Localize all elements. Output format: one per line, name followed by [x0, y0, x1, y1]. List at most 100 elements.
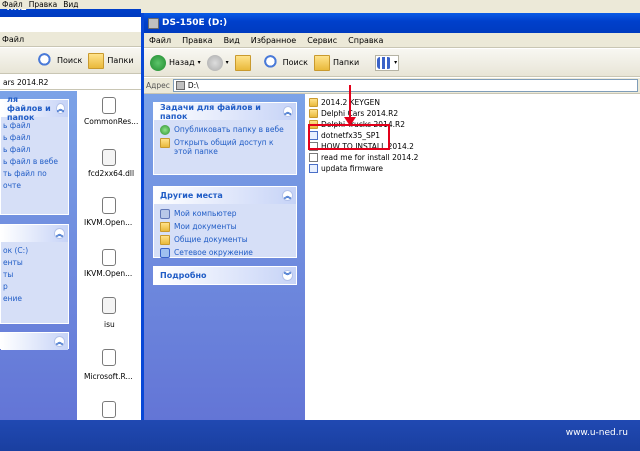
views-button[interactable]: ▾	[375, 54, 400, 71]
my-documents-link[interactable]: Мои документы	[160, 222, 290, 232]
folders-button[interactable]: Папки	[313, 54, 359, 71]
back-file-name[interactable]: isu	[104, 320, 115, 329]
chevron-down-icon[interactable]: ▾	[226, 59, 229, 66]
back-place-link[interactable]: р	[3, 282, 66, 291]
back-taskpane: ля файлов и папок ︽ ь файл ь файл ь файл …	[0, 91, 77, 420]
menu-tools[interactable]: Сервис	[307, 36, 337, 45]
my-computer-link[interactable]: Мой компьютер	[160, 209, 290, 219]
back-file-name[interactable]: IKVM.Open...	[84, 218, 132, 227]
folders-icon	[313, 54, 330, 71]
address-input[interactable]: D:\	[172, 79, 638, 92]
back-menu-view[interactable]: Вид	[63, 0, 78, 9]
back-file-list: CommonRes... fcd2xx64.dll IKVM.Open... I…	[80, 91, 141, 420]
tasks-header[interactable]: Задачи для файлов и папок ︽	[154, 102, 296, 121]
chevron-down-icon[interactable]: ▾	[198, 59, 201, 66]
back-places-header[interactable]: ︽	[1, 225, 68, 242]
forward-arrow-icon	[206, 54, 223, 71]
search-button[interactable]: Поиск	[263, 54, 308, 71]
back-menu-edit[interactable]: Правка	[29, 0, 58, 9]
tasks-title: Задачи для файлов и папок	[160, 102, 261, 121]
back-file-name[interactable]: Microsoft.R...	[84, 372, 133, 381]
file-name: updata firmware	[321, 164, 384, 173]
back-menubar-top: Файл Правка Вид	[0, 0, 141, 9]
menu-edit[interactable]: Правка	[182, 36, 212, 45]
file-icon[interactable]	[102, 97, 118, 115]
network-places-link[interactable]: Сетевое окружение	[160, 248, 290, 258]
back-menu-file[interactable]: Файл	[2, 0, 23, 9]
task-pane: Задачи для файлов и папок ︽ Опубликовать…	[144, 94, 305, 420]
up-folder-button[interactable]	[234, 54, 254, 71]
expand-icon[interactable]: ︾	[282, 270, 293, 281]
menu-view[interactable]: Вид	[224, 36, 240, 45]
back-details-header[interactable]: ︽	[1, 333, 68, 350]
back-search-button[interactable]: Поиск	[38, 52, 83, 69]
collapse-icon[interactable]: ︽	[282, 106, 293, 117]
back-address[interactable]: ars 2014.R2	[0, 76, 141, 90]
back-tasks-header[interactable]: ля файлов и папок ︽	[1, 95, 68, 122]
back-menu-1[interactable]: Файл	[2, 35, 24, 44]
file-icon[interactable]	[102, 401, 118, 419]
window-titlebar[interactable]: DS-150E (D:)	[144, 13, 640, 33]
dll-icon[interactable]	[102, 149, 118, 167]
menu-help[interactable]: Справка	[348, 36, 383, 45]
file-item[interactable]: read me for install 2014.2	[309, 152, 509, 163]
collapse-icon[interactable]: ︽	[282, 190, 293, 201]
forward-button[interactable]: ▾	[206, 54, 229, 71]
file-icon[interactable]	[102, 349, 118, 367]
back-place-link[interactable]: ок (C:)	[3, 246, 66, 255]
back-task-link[interactable]: ь файл	[3, 145, 66, 154]
window-title: DS-150E (D:)	[162, 18, 228, 28]
address-label: Адрес	[146, 81, 170, 90]
file-icon[interactable]	[102, 197, 118, 215]
back-menubar: Файл	[0, 32, 141, 47]
file-item[interactable]: updata firmware	[309, 163, 509, 174]
back-button[interactable]: Назад ▾	[150, 54, 201, 71]
places-header[interactable]: Другие места ︽	[154, 187, 296, 204]
address-value: D:\	[187, 81, 199, 90]
arrow-annotation	[349, 85, 351, 121]
shared-documents-link[interactable]: Общие документы	[160, 235, 290, 245]
share-folder-icon	[160, 138, 170, 148]
collapse-icon[interactable]: ︽	[56, 103, 65, 114]
back-place-link[interactable]: ты	[3, 270, 66, 279]
menu-favorites[interactable]: Избранное	[251, 36, 296, 45]
publish-web-link[interactable]: Опубликовать папку в вебе	[160, 125, 290, 135]
application-icon	[309, 164, 318, 173]
back-file-name[interactable]: IKVM.Open...	[84, 269, 132, 278]
back-search-label: Поиск	[57, 56, 83, 65]
back-file-name[interactable]: fcd2xx64.dll	[88, 169, 134, 178]
back-file-name[interactable]: CommonRes...	[84, 117, 138, 126]
back-place-link[interactable]: енты	[3, 258, 66, 267]
back-task-link[interactable]: ть файл по	[3, 169, 66, 178]
back-task-link[interactable]: ь файл	[3, 133, 66, 142]
explorer-window: DS-150E (D:) Файл Правка Вид Избранное С…	[141, 13, 640, 420]
up-folder-icon	[234, 54, 251, 71]
share-folder-link[interactable]: Открыть общий доступ к этой папке	[160, 138, 290, 156]
collapse-icon[interactable]: ︽	[54, 228, 65, 239]
back-place-link[interactable]: ение	[3, 294, 66, 303]
back-window: 4.R2 Файл Файл Правка Вид Поиск Папки ar…	[0, 0, 141, 420]
back-task-link[interactable]: ь файл в вебе	[3, 157, 66, 166]
toolbar: Назад ▾ ▾ Поиск Папки ▾	[144, 49, 640, 77]
file-icon[interactable]	[102, 297, 118, 315]
back-task-link[interactable]: ь файл	[3, 121, 66, 130]
globe-icon	[160, 125, 170, 135]
back-arrow-icon	[150, 54, 166, 71]
file-item[interactable]: Delphi Cars 2014.R2	[309, 108, 509, 119]
file-item[interactable]: 2014.2 KEYGEN	[309, 97, 509, 108]
search-icon	[38, 52, 54, 69]
search-label: Поиск	[282, 58, 308, 67]
back-task-link[interactable]: очте	[3, 181, 66, 190]
share-folder-label: Открыть общий доступ к этой папке	[174, 138, 274, 156]
back-tasks-title: ля файлов и папок	[7, 95, 51, 122]
back-folders-label: Папки	[107, 56, 134, 65]
menu-file[interactable]: Файл	[149, 36, 171, 45]
shared-folder-icon	[160, 235, 170, 245]
details-header[interactable]: Подробно ︾	[154, 267, 296, 284]
file-icon[interactable]	[102, 249, 118, 267]
collapse-icon[interactable]: ︽	[54, 336, 65, 347]
publish-web-label: Опубликовать папку в вебе	[174, 125, 284, 134]
documents-folder-icon	[160, 222, 170, 232]
drive-icon	[175, 81, 185, 90]
back-folders-button[interactable]: Папки	[88, 52, 134, 69]
